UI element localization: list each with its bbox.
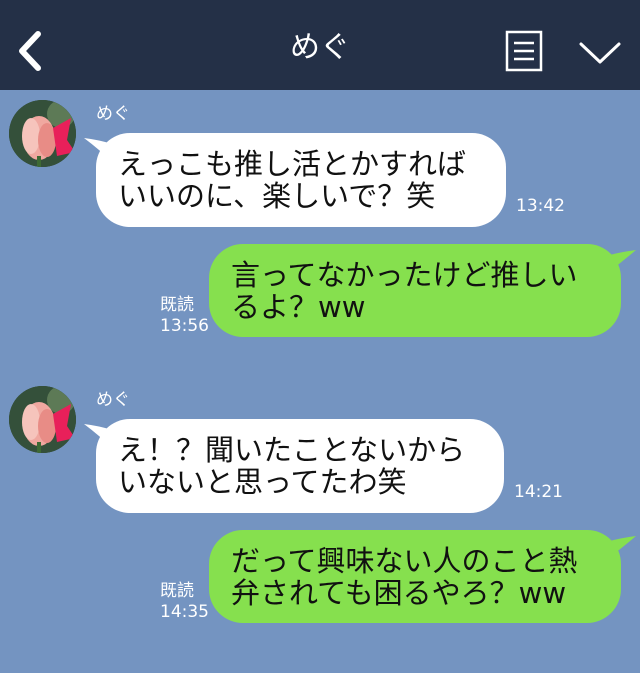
message-bubble-incoming[interactable]: え！？聞いたことないから いないと思ってたわ笑 bbox=[96, 419, 504, 513]
message-text: 弁されても困るやろ？ww bbox=[231, 575, 567, 610]
avatar[interactable] bbox=[9, 100, 76, 167]
message-time: 14:21 bbox=[514, 482, 563, 502]
message-text: え！？聞いたことないから bbox=[118, 433, 466, 467]
chevron-down-icon bbox=[579, 42, 621, 64]
chevron-left-icon bbox=[19, 31, 41, 71]
menu-toggle-button[interactable] bbox=[576, 38, 624, 68]
message-text: えっこも推し活とかすれば bbox=[118, 147, 467, 181]
message-bubble-outgoing[interactable]: だって興味ない人のこと熱 弁されても困るやろ？ww bbox=[209, 530, 621, 623]
tulip-photo-icon bbox=[9, 100, 76, 167]
read-receipt: 既読 bbox=[160, 581, 194, 601]
back-button[interactable] bbox=[12, 28, 48, 74]
read-receipt: 既読 bbox=[160, 295, 194, 315]
message-text: いいのに、楽しいで？笑 bbox=[118, 179, 436, 213]
chat-title: めぐ bbox=[290, 30, 350, 65]
chat-header: めぐ bbox=[0, 0, 640, 90]
bubble-tail bbox=[606, 250, 636, 274]
avatar[interactable] bbox=[9, 386, 76, 453]
notes-icon bbox=[505, 30, 543, 72]
message-time: 14:35 bbox=[160, 602, 209, 622]
sender-name: めぐ bbox=[96, 390, 130, 410]
message-bubble-incoming[interactable]: えっこも推し活とかすれば いいのに、楽しいで？笑 bbox=[96, 133, 506, 227]
message-text: 言ってなかったけど推しい bbox=[231, 257, 578, 292]
message-time: 13:56 bbox=[160, 316, 209, 336]
message-text: るよ？ww bbox=[231, 289, 366, 324]
sender-name: めぐ bbox=[96, 104, 130, 124]
message-text: だって興味ない人のこと熱 bbox=[231, 543, 578, 578]
notes-button[interactable] bbox=[505, 30, 543, 72]
bubble-tail bbox=[606, 536, 636, 560]
message-time: 13:42 bbox=[516, 196, 565, 216]
message-text: いないと思ってたわ笑 bbox=[118, 465, 407, 499]
message-bubble-outgoing[interactable]: 言ってなかったけど推しい るよ？ww bbox=[209, 244, 621, 337]
tulip-photo-icon bbox=[9, 386, 76, 453]
